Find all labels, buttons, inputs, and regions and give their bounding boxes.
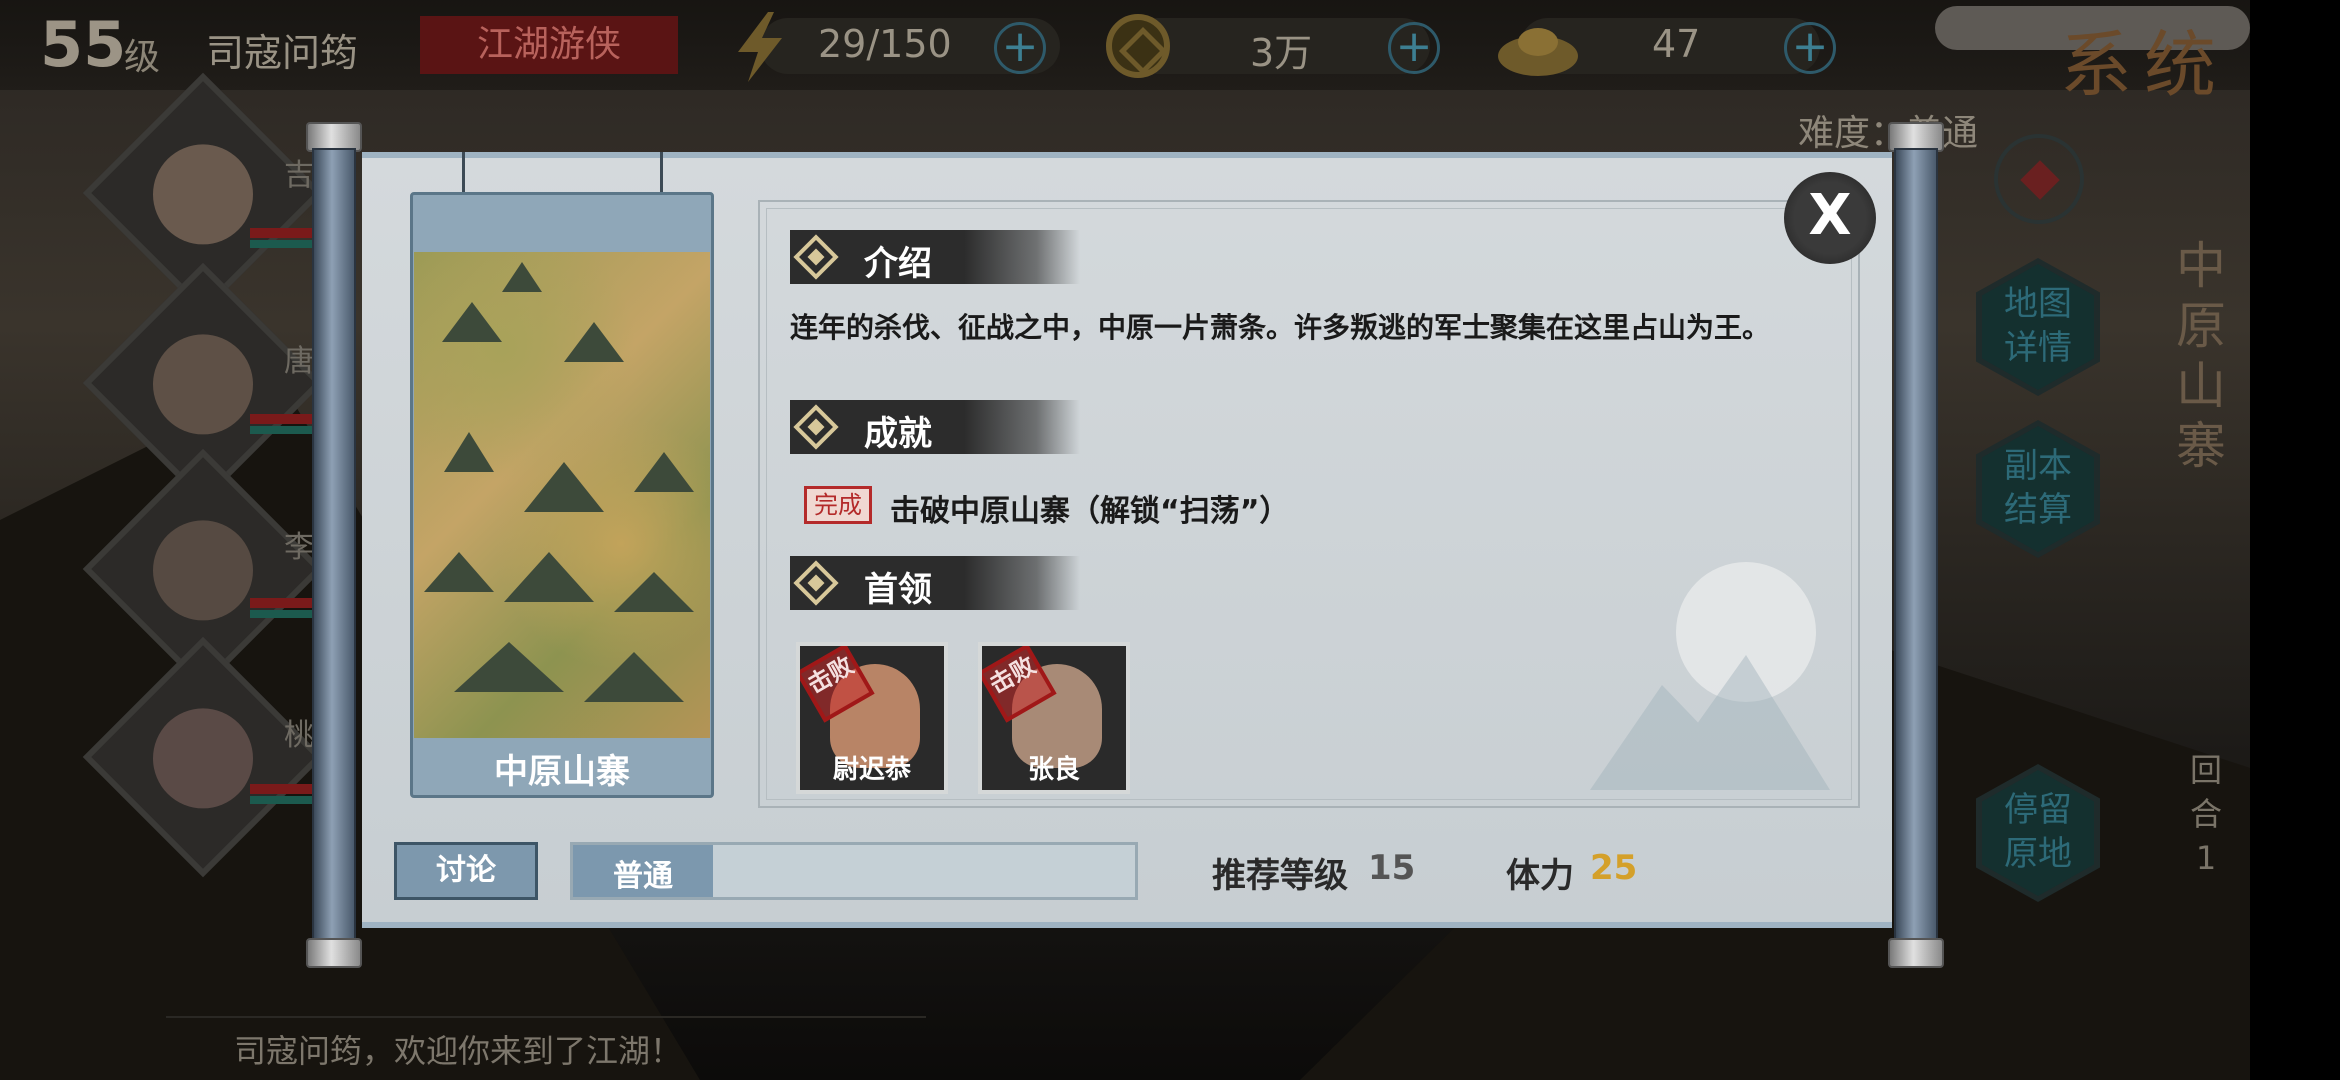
player-level-unit: 级 xyxy=(124,37,161,78)
top-bar: 55 级 司寇问筠 江湖游侠 29/150 + 3万 + 47 + 系统 xyxy=(0,0,2250,107)
section-header-achievement: 成就 xyxy=(790,400,1080,454)
diamond-icon xyxy=(793,560,839,606)
coin-icon xyxy=(1106,14,1170,78)
difficulty-value: 普通 xyxy=(613,859,673,894)
boss-name: 张良 xyxy=(1027,755,1080,785)
current-map-title: 中原山寨 xyxy=(2176,237,2226,475)
add-stamina-button[interactable]: + xyxy=(994,22,1046,74)
rod-body xyxy=(312,148,356,942)
compass-icon[interactable] xyxy=(1994,134,2084,224)
message-divider xyxy=(166,1016,926,1018)
hero-face xyxy=(153,708,253,809)
hero-face xyxy=(153,334,253,435)
hero-face xyxy=(153,520,253,621)
recommended-level-label: 推荐等级 xyxy=(1212,856,1348,896)
stamina-cost-value: 25 xyxy=(1590,848,1638,888)
achievement-complete-badge: 完成 xyxy=(804,486,872,524)
map-mountain xyxy=(502,262,542,292)
map-mountain xyxy=(444,432,494,472)
map-mountain xyxy=(442,302,502,342)
add-coins-button[interactable]: + xyxy=(1388,22,1440,74)
diamond-icon xyxy=(793,404,839,450)
section-header-intro: 介绍 xyxy=(790,230,1080,284)
system-button[interactable]: 系统 xyxy=(2060,6,2228,111)
system-message: 司寇问筠，欢迎你来到了江湖！ xyxy=(234,1032,683,1070)
achievement-text: 击破中原山寨（解锁“扫荡”） xyxy=(890,494,1290,529)
section-title: 首领 xyxy=(864,570,932,610)
gold-ingot-icon xyxy=(1498,28,1578,76)
diamond-icon xyxy=(793,234,839,280)
map-detail-label: 地图详情 xyxy=(1982,264,2094,390)
stamina-cost-label: 体力 xyxy=(1506,856,1574,896)
boss-name: 尉迟恭 xyxy=(832,755,911,785)
section-header-bosses: 首领 xyxy=(790,556,1080,610)
stay-label: 停留原地 xyxy=(1982,770,2094,896)
rod-cap xyxy=(306,938,362,968)
screen-edge xyxy=(2250,0,2340,1080)
map-preview-image xyxy=(414,252,710,738)
stamina-value: 29/150 xyxy=(818,22,952,66)
boss-card[interactable]: 击败 张良 xyxy=(978,642,1130,794)
ingot-value: 47 xyxy=(1652,22,1701,66)
dungeon-settle-label: 副本结算 xyxy=(1982,426,2094,552)
player-title-badge: 江湖游侠 xyxy=(420,16,678,74)
rod-body xyxy=(1894,148,1938,942)
map-mountain xyxy=(524,462,604,512)
section-title: 介绍 xyxy=(864,244,932,284)
map-mountain xyxy=(504,552,594,602)
hero-face xyxy=(153,144,253,245)
map-mountain xyxy=(424,552,494,592)
map-name: 中原山寨 xyxy=(494,752,630,792)
map-mountain xyxy=(634,452,694,492)
close-button[interactable]: X xyxy=(1784,172,1876,264)
boss-card[interactable]: 击败 尉迟恭 xyxy=(796,642,948,794)
map-mountain xyxy=(584,652,684,702)
player-level: 55 xyxy=(40,8,127,81)
recommended-level-value: 15 xyxy=(1368,848,1416,888)
difficulty-selector[interactable]: 普通 xyxy=(570,842,1138,900)
scroll-rod-left xyxy=(306,122,362,968)
lightning-icon xyxy=(738,12,782,82)
round-counter: 回合1 xyxy=(2189,751,2222,877)
map-mountain xyxy=(614,572,694,612)
scroll-rod-right xyxy=(1888,122,1944,968)
map-mountain xyxy=(454,642,564,692)
section-title: 成就 xyxy=(864,414,932,454)
map-mountain xyxy=(564,322,624,362)
add-ingots-button[interactable]: + xyxy=(1784,22,1836,74)
rod-cap xyxy=(1888,938,1944,968)
player-name: 司寇问筠 xyxy=(206,31,359,75)
intro-description: 连年的杀伐、征战之中，中原一片萧条。许多叛逃的军士聚集在这里占山为王。 xyxy=(790,311,1771,344)
coin-value: 3万 xyxy=(1250,31,1313,75)
discuss-button[interactable]: 讨论 xyxy=(394,842,538,900)
